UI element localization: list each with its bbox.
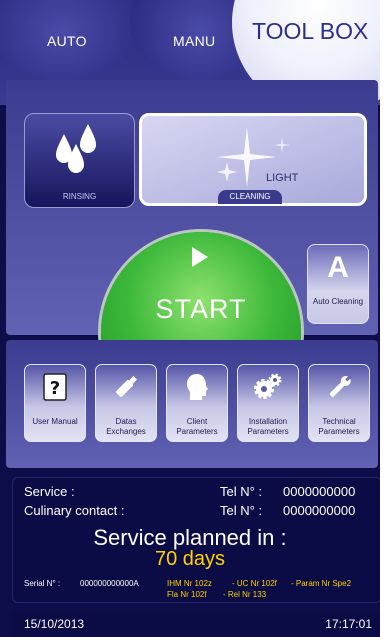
cleaning-button[interactable]: LIGHT CLEANING [139,113,367,206]
technical-parameters-button[interactable]: Technical Parameters [308,364,370,442]
installation-parameters-button[interactable]: Installation Parameters [237,364,299,442]
culinary-tel-value: 0000000000 [283,503,356,518]
wrench-icon [329,374,352,397]
auto-cleaning-button[interactable]: A Auto Cleaning [307,244,369,324]
svg-text:?: ? [50,378,60,399]
head-silhouette-icon [187,374,208,400]
status-footer: 15/10/2013 17:17:01 [12,609,380,637]
culinary-tel-label: Tel N° : [220,503,263,518]
current-time: 17:17:01 [325,617,372,631]
water-drops-icon [56,124,96,173]
datas-exchanges-button[interactable]: Datas Exchanges [95,364,157,442]
tab-manu-label: MANU [173,33,216,49]
tab-toolbox-label: TOOL BOX [252,18,369,44]
tab-auto-label: AUTO [47,33,87,49]
datas-exchanges-label: Datas Exchanges [106,417,146,436]
service-tel-label: Tel N° : [220,484,263,499]
serial-label: Serial N° : [24,579,61,588]
cleaning-level-label: LIGHT [266,172,299,184]
client-parameters-button[interactable]: Client Parameters [166,364,228,442]
culinary-contact-label: Culinary contact : [24,503,125,518]
rinsing-button[interactable]: RINSING [24,113,135,208]
param-number: - Param Nr Spe2 [291,579,352,588]
ihm-number: IHM Nr 102z [167,579,212,588]
user-manual-button[interactable]: ? User Manual [24,364,86,442]
rel-number: - Rel Nr 133 [223,590,267,599]
cleaning-label: CLEANING [218,190,282,204]
auto-cleaning-label: Auto Cleaning [312,297,364,306]
uc-number: - UC Nr 102f [232,579,277,588]
usb-key-icon [116,376,137,397]
auto-cleaning-icon: A [327,251,349,284]
start-label: START [155,294,247,324]
sparkle-icon [217,127,290,187]
user-manual-label: User Manual [32,417,78,426]
serial-value: 000000000000A [80,579,139,588]
service-tel-value: 0000000000 [283,484,356,499]
installation-parameters-label: Installation Parameters [247,417,289,436]
technical-parameters-label: Technical Parameters [318,417,360,436]
gears-icon [254,373,282,399]
screen: AUTO MANU TOOL BOX RINSING LIGHT CLEANIN… [0,0,380,637]
current-date: 15/10/2013 [24,617,85,631]
question-book-icon: ? [43,373,67,401]
service-planned-days: 70 days [154,548,226,570]
rinsing-label: RINSING [62,192,97,201]
client-parameters-label: Client Parameters [176,417,218,436]
service-label: Service : [24,484,75,499]
fla-number: Fla Nr 102f [167,590,207,599]
play-icon [192,247,208,267]
